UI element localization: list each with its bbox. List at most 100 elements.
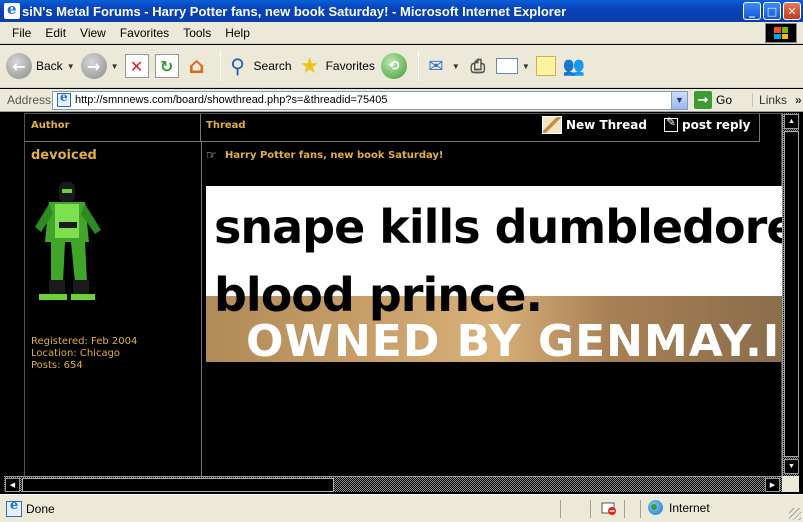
menu-view[interactable]: View bbox=[73, 26, 113, 40]
new-thread-button[interactable]: New Thread bbox=[542, 114, 647, 136]
edit-page-icon bbox=[495, 58, 518, 74]
mail-dropdown-icon[interactable]: ▼ bbox=[452, 62, 460, 71]
author-column-header: Author bbox=[25, 114, 201, 142]
print-button[interactable]: ⎙ bbox=[466, 54, 490, 78]
discuss-button[interactable] bbox=[535, 56, 556, 76]
image-overlay-text: OWNED BY GENMAY.I bbox=[246, 316, 781, 362]
popup-blocked-icon[interactable] bbox=[601, 502, 617, 516]
post-username[interactable]: devoiced bbox=[31, 148, 97, 163]
edit-button[interactable]: ▼ bbox=[495, 58, 530, 74]
forward-button[interactable]: → ▼ bbox=[80, 53, 119, 79]
avatar bbox=[35, 182, 101, 300]
status-divider bbox=[624, 500, 625, 518]
refresh-button[interactable]: ↻ bbox=[154, 54, 179, 78]
links-toolbar[interactable]: Links » bbox=[752, 93, 802, 107]
favorites-label: Favorites bbox=[325, 59, 375, 73]
forum-thread-table: Author Thread New Thread post reply devo… bbox=[24, 113, 783, 478]
history-icon: ⟲ bbox=[380, 53, 407, 79]
post-title: Harry Potter fans, new book Saturday! bbox=[225, 149, 444, 161]
thread-column-header: Thread bbox=[206, 120, 246, 131]
go-label: Go bbox=[716, 93, 733, 107]
links-chevron-icon[interactable]: » bbox=[795, 93, 802, 107]
back-button[interactable]: ← Back ▼ bbox=[6, 53, 75, 79]
user-info: Registered: Feb 2004 Location: Chicago P… bbox=[31, 336, 137, 372]
author-column: devoiced Registered: Feb 2004 Location: … bbox=[25, 142, 202, 478]
new-thread-label: New Thread bbox=[566, 118, 647, 132]
header-divider bbox=[759, 114, 760, 142]
stop-icon: ✕ bbox=[124, 54, 149, 78]
horizontal-scrollbar[interactable]: ◀ ▶ bbox=[4, 476, 782, 492]
post-title-row: ☞ Harry Potter fans, new book Saturday! bbox=[206, 148, 444, 162]
scroll-right-icon[interactable]: ▶ bbox=[765, 478, 780, 492]
messenger-button[interactable]: 👥 bbox=[562, 54, 586, 78]
window-title: siN's Metal Forums - Harry Potter fans, … bbox=[22, 3, 567, 19]
ie-icon bbox=[4, 0, 20, 19]
star-icon: ★ bbox=[299, 53, 320, 79]
go-arrow-icon: → bbox=[694, 91, 712, 109]
scroll-up-icon[interactable]: ▲ bbox=[784, 114, 799, 129]
close-button[interactable]: ✕ bbox=[783, 2, 801, 20]
image-text-line2: blood prince. bbox=[214, 268, 543, 322]
favorites-button[interactable]: ★ Favorites bbox=[298, 53, 375, 79]
edit-dropdown-icon[interactable]: ▼ bbox=[522, 62, 530, 71]
security-zone[interactable]: Internet bbox=[648, 500, 710, 515]
status-divider bbox=[590, 500, 591, 518]
back-label: Back bbox=[36, 59, 63, 73]
mail-button[interactable]: ✉ ▼ bbox=[424, 54, 460, 78]
menu-edit[interactable]: Edit bbox=[38, 26, 73, 40]
note-icon bbox=[535, 56, 556, 76]
back-dropdown-icon[interactable]: ▼ bbox=[67, 62, 75, 71]
status-text: Done bbox=[26, 501, 55, 516]
address-label: Address bbox=[7, 93, 52, 107]
back-arrow-icon: ← bbox=[6, 53, 32, 79]
address-url[interactable]: http://smnnews.com/board/showthread.php?… bbox=[75, 94, 671, 106]
menu-file[interactable]: File bbox=[0, 26, 38, 40]
refresh-icon: ↻ bbox=[154, 54, 179, 78]
hand-pointer-icon: ☞ bbox=[206, 148, 217, 162]
user-location: Location: Chicago bbox=[31, 348, 121, 359]
horizontal-scroll-thumb[interactable] bbox=[22, 478, 334, 492]
search-button[interactable]: ⚲ Search bbox=[226, 54, 291, 78]
menu-bar: File Edit View Favorites Tools Help bbox=[0, 22, 803, 44]
printer-icon: ⎙ bbox=[470, 55, 486, 77]
vertical-scrollbar[interactable]: ▲ ▼ bbox=[782, 113, 799, 476]
address-dropdown-icon[interactable]: ▼ bbox=[671, 91, 687, 109]
links-label: Links bbox=[759, 93, 788, 107]
vertical-scroll-thumb[interactable] bbox=[784, 131, 799, 457]
history-button[interactable]: ⟲ bbox=[380, 53, 407, 79]
status-divider bbox=[640, 500, 641, 518]
menu-help[interactable]: Help bbox=[218, 26, 257, 40]
home-icon: ⌂ bbox=[188, 53, 205, 79]
menu-favorites[interactable]: Favorites bbox=[113, 26, 176, 40]
user-registered: Registered: Feb 2004 bbox=[31, 336, 138, 347]
image-text-line1: snape kills dumbledore, o bbox=[214, 200, 783, 254]
forward-dropdown-icon[interactable]: ▼ bbox=[111, 62, 119, 71]
minimize-button[interactable]: _ bbox=[743, 2, 761, 20]
home-button[interactable]: ⌂ bbox=[185, 53, 209, 79]
address-field[interactable]: http://smnnews.com/board/showthread.php?… bbox=[52, 90, 688, 110]
page-done-icon bbox=[6, 498, 22, 517]
maximize-button[interactable]: □ bbox=[763, 2, 781, 20]
scroll-left-icon[interactable]: ◀ bbox=[5, 478, 20, 492]
search-icon: ⚲ bbox=[230, 54, 245, 78]
thread-header-row: Author Thread New Thread post reply bbox=[25, 114, 760, 142]
new-thread-icon bbox=[542, 116, 562, 134]
address-bar: Address http://smnnews.com/board/showthr… bbox=[0, 89, 803, 112]
toolbar-separator bbox=[417, 51, 419, 81]
resize-grip[interactable] bbox=[789, 508, 801, 520]
go-button[interactable]: → Go bbox=[694, 91, 732, 109]
post-reply-label: post reply bbox=[682, 118, 751, 132]
scroll-down-icon[interactable]: ▼ bbox=[784, 459, 799, 474]
messenger-people-icon: 👥 bbox=[562, 55, 585, 77]
user-posts: Posts: 654 bbox=[31, 360, 83, 371]
title-bar: siN's Metal Forums - Harry Potter fans, … bbox=[0, 0, 803, 22]
toolbar-separator bbox=[219, 51, 221, 81]
post-reply-button[interactable]: post reply bbox=[664, 114, 750, 136]
post-reply-icon bbox=[664, 115, 678, 132]
page-icon bbox=[57, 90, 71, 107]
stop-button[interactable]: ✕ bbox=[124, 54, 149, 78]
status-divider bbox=[560, 500, 561, 518]
page-viewport: Author Thread New Thread post reply devo… bbox=[4, 113, 799, 492]
toolbar: ← Back ▼ → ▼ ✕ ↻ ⌂ ⚲ Search ★ Favorites … bbox=[0, 45, 803, 88]
menu-tools[interactable]: Tools bbox=[176, 26, 218, 40]
